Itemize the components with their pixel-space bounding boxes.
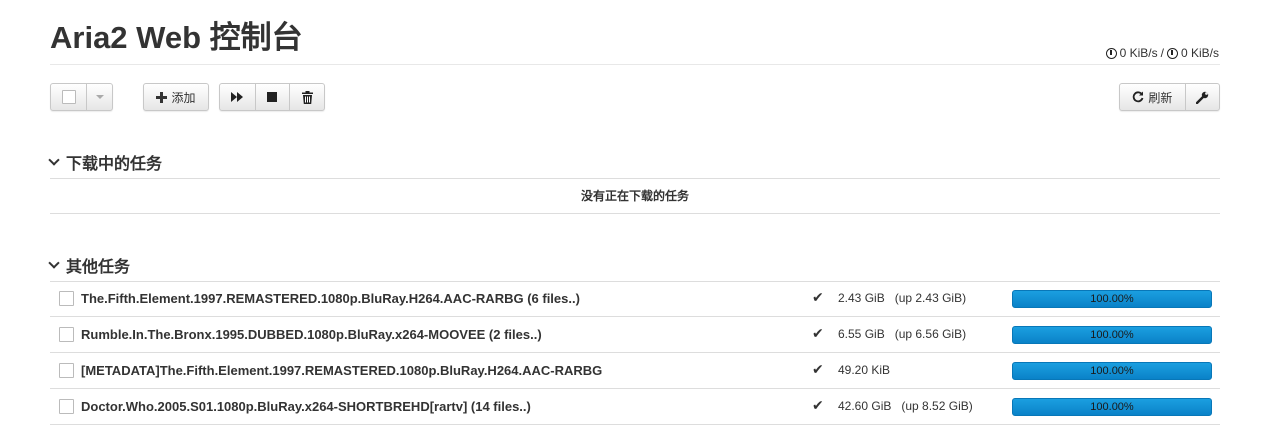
delete-button[interactable] (289, 84, 324, 110)
select-all-dropdown[interactable] (50, 83, 113, 111)
download-speed: 0 KiB/s (1119, 46, 1158, 60)
chevron-down-icon (48, 154, 60, 166)
wrench-icon (1195, 91, 1209, 104)
checkbox-icon (61, 90, 76, 104)
task-checkbox[interactable] (59, 291, 74, 306)
task-size: 2.43 GiB (up 2.43 GiB) (838, 291, 967, 305)
task-row[interactable]: Rumble.In.The.Bronx.1995.DUBBED.1080p.Bl… (50, 317, 1220, 353)
settings-button[interactable] (1184, 84, 1219, 110)
task-row[interactable]: Doctor.Who.2005.S01.1080p.BluRay.x264-SH… (50, 389, 1220, 425)
select-all-checkbox[interactable] (51, 84, 86, 110)
upload-speed: 0 KiB/s (1180, 46, 1219, 60)
task-size: 42.60 GiB (up 8.52 GiB) (838, 399, 973, 413)
progress-bar: 100.00% (1012, 290, 1212, 308)
task-name: [METADATA]The.Fifth.Element.1997.REMASTE… (81, 363, 603, 378)
refresh-icon (1133, 91, 1144, 103)
check-icon: ✔ (812, 325, 824, 341)
refresh-button-label: 刷新 (1148, 90, 1173, 105)
task-size: 6.55 GiB (up 6.56 GiB) (838, 327, 967, 341)
task-checkbox[interactable] (59, 327, 74, 342)
stop-icon (267, 92, 278, 102)
task-checkbox[interactable] (59, 399, 74, 414)
right-toolbar-group: 刷新 (1119, 83, 1220, 111)
task-name: Rumble.In.The.Bronx.1995.DUBBED.1080p.Bl… (81, 327, 542, 342)
empty-active-message: 没有正在下载的任务 (580, 189, 689, 203)
add-button[interactable]: 添加 (143, 83, 209, 111)
active-tasks-heading: 下载中的任务 (66, 156, 163, 173)
fast-forward-icon (231, 92, 244, 102)
check-icon: ✔ (812, 397, 824, 413)
upload-speed-icon (1166, 47, 1178, 59)
download-speed-icon (1105, 47, 1117, 59)
task-row[interactable]: The.Fifth.Element.1997.REMASTERED.1080p.… (50, 281, 1220, 317)
task-name: Doctor.Who.2005.S01.1080p.BluRay.x264-SH… (81, 399, 531, 414)
resume-button[interactable] (220, 84, 255, 110)
progress-bar: 100.00% (1012, 398, 1212, 416)
progress-bar: 100.00% (1012, 362, 1212, 380)
check-icon: ✔ (812, 289, 824, 305)
task-checkbox[interactable] (59, 363, 74, 378)
divider (50, 213, 1220, 214)
chevron-down-icon (48, 257, 60, 269)
refresh-button[interactable]: 刷新 (1120, 84, 1185, 110)
speed-separator: / (1160, 46, 1164, 60)
add-button-label: 添加 (171, 90, 196, 105)
task-actions-group (219, 83, 325, 111)
header-divider (50, 64, 1220, 65)
divider (50, 178, 1220, 179)
speed-indicator: 0 KiB/s / 0 KiB/s (1105, 46, 1219, 60)
active-tasks-header[interactable]: 下载中的任务 (48, 150, 163, 174)
stop-button[interactable] (254, 84, 290, 110)
other-tasks-heading: 其他任务 (66, 259, 131, 276)
trash-icon (301, 90, 313, 104)
check-icon: ✔ (812, 361, 824, 377)
task-size: 49.20 KiB (838, 363, 891, 377)
select-dropdown-toggle[interactable] (86, 84, 112, 110)
caret-down-icon (95, 95, 104, 99)
progress-bar: 100.00% (1012, 326, 1212, 344)
page-title: Aria2 Web 控制台 (50, 20, 303, 55)
other-tasks-header[interactable]: 其他任务 (48, 253, 131, 277)
plus-icon (156, 91, 168, 103)
task-row[interactable]: [METADATA]The.Fifth.Element.1997.REMASTE… (50, 353, 1220, 389)
task-name: The.Fifth.Element.1997.REMASTERED.1080p.… (81, 291, 580, 306)
